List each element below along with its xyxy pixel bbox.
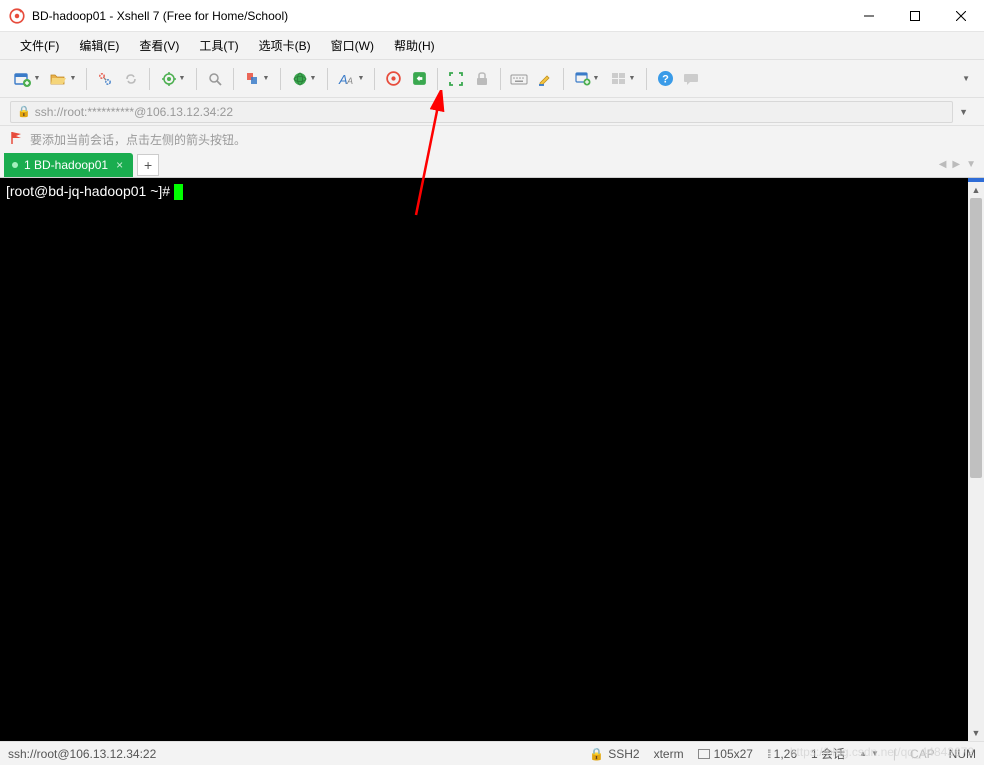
status-dot-icon <box>12 162 18 168</box>
svg-text:A: A <box>346 76 353 86</box>
help-button[interactable]: ? <box>653 67 677 91</box>
addressbar: 🔒 ssh://root:**********@106.13.12.34:22 … <box>0 98 984 126</box>
toolbar: ▼ ▼ ▼ ▼ ▼ AA ▼ <box>0 60 984 98</box>
font-button[interactable]: AA ▼ <box>334 67 368 91</box>
copy-paste-button[interactable]: ▼ <box>240 67 274 91</box>
status-num: NUM <box>949 747 976 761</box>
menu-tabs[interactable]: 选项卡(B) <box>249 33 321 58</box>
titlebar: BD-hadoop01 - Xshell 7 (Free for Home/Sc… <box>0 0 984 32</box>
hint-text: 要添加当前会话，点击左侧的箭头按钮。 <box>30 131 246 148</box>
scroll-thumb[interactable] <box>970 198 982 478</box>
flag-icon <box>10 131 24 148</box>
menu-file[interactable]: 文件(F) <box>10 33 69 58</box>
session-tab[interactable]: 1 BD-hadoop01 × <box>4 153 133 177</box>
menu-window[interactable]: 窗口(W) <box>321 33 384 58</box>
tab-label: 1 BD-hadoop01 <box>24 158 108 172</box>
reconnect-button[interactable] <box>93 67 117 91</box>
maximize-button[interactable] <box>892 0 938 32</box>
fullscreen-button[interactable] <box>444 67 468 91</box>
scroll-up-button[interactable]: ▲ <box>968 182 984 198</box>
tab-close-button[interactable]: × <box>114 158 125 172</box>
status-cap: CAP <box>910 747 935 761</box>
status-position: 1,26 <box>774 747 797 761</box>
menu-help[interactable]: 帮助(H) <box>384 33 445 58</box>
address-input[interactable]: 🔒 ssh://root:**********@106.13.12.34:22 <box>10 101 953 123</box>
highlight-button[interactable] <box>533 67 557 91</box>
tab-next-button[interactable]: ▶ <box>952 159 960 170</box>
new-tab-button[interactable]: + <box>137 154 159 176</box>
address-dropdown[interactable]: ▼ <box>953 107 974 117</box>
scroll-track[interactable] <box>968 198 984 725</box>
menu-view[interactable]: 查看(V) <box>129 33 189 58</box>
status-terminal-type: xterm <box>654 747 684 761</box>
vertical-scrollbar[interactable]: ▲ ▼ <box>968 178 984 741</box>
sessions-down-button[interactable]: ▼ <box>871 749 879 758</box>
toolbar-overflow[interactable]: ▼ <box>705 70 974 87</box>
scroll-down-button[interactable]: ▼ <box>968 725 984 741</box>
status-size: 105x27 <box>714 747 753 761</box>
menu-edit[interactable]: 编辑(E) <box>69 33 129 58</box>
ssh-lock-icon: 🔒 <box>589 747 604 761</box>
new-session-button[interactable]: ▼ <box>10 67 44 91</box>
terminal[interactable]: [root@bd-jq-hadoop01 ~]# <box>0 178 968 741</box>
new-window-button[interactable]: ▼ <box>570 67 604 91</box>
lock-button[interactable] <box>470 67 494 91</box>
terminal-area: [root@bd-jq-hadoop01 ~]# ▲ ▼ <box>0 178 984 741</box>
hintbar: 要添加当前会话，点击左侧的箭头按钮。 <box>0 126 984 152</box>
app-icon <box>8 7 26 25</box>
terminal-prompt: [root@bd-jq-hadoop01 ~]# <box>6 183 174 199</box>
close-button[interactable] <box>938 0 984 32</box>
tile-button[interactable]: ▼ <box>606 67 640 91</box>
xftp-icon-button[interactable] <box>407 67 431 91</box>
chat-button[interactable] <box>679 67 703 91</box>
tab-menu-button[interactable]: ▼ <box>966 159 976 170</box>
statusbar: ssh://root@106.13.12.34:22 🔒 SSH2 xterm 1… <box>0 741 984 765</box>
find-button[interactable] <box>203 67 227 91</box>
minimize-button[interactable] <box>846 0 892 32</box>
keyboard-button[interactable] <box>507 67 531 91</box>
window-title: BD-hadoop01 - Xshell 7 (Free for Home/Sc… <box>32 9 846 23</box>
tabbar: 1 BD-hadoop01 × + ◀ ▶ ▼ <box>0 152 984 178</box>
svg-text:?: ? <box>662 74 669 86</box>
open-button[interactable]: ▼ <box>46 67 80 91</box>
address-text: ssh://root:**********@106.13.12.34:22 <box>35 105 233 119</box>
sessions-up-button[interactable]: ▲ <box>859 749 867 758</box>
lock-icon: 🔒 <box>17 105 31 118</box>
xshell-icon-button[interactable] <box>381 67 405 91</box>
menu-tools[interactable]: 工具(T) <box>189 33 248 58</box>
status-protocol: SSH2 <box>608 747 639 761</box>
properties-button[interactable]: ▼ <box>156 67 190 91</box>
menubar: 文件(F) 编辑(E) 查看(V) 工具(T) 选项卡(B) 窗口(W) 帮助(… <box>0 32 984 60</box>
encoding-button[interactable]: ▼ <box>287 67 321 91</box>
terminal-cursor <box>174 184 183 200</box>
status-sessions: 1 会话 <box>811 745 845 762</box>
status-connection: ssh://root@106.13.12.34:22 <box>8 747 156 761</box>
disconnect-button[interactable] <box>119 67 143 91</box>
tab-prev-button[interactable]: ◀ <box>939 159 947 170</box>
size-icon <box>698 749 710 759</box>
